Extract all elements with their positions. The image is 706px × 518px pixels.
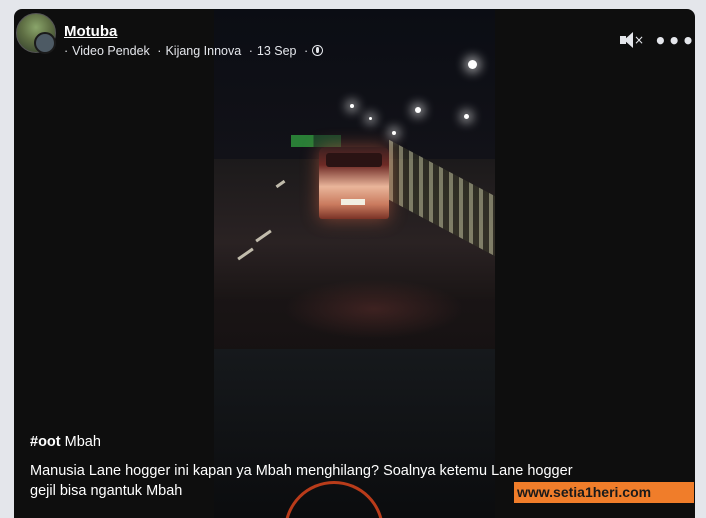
hashtag-link[interactable]: #oot bbox=[30, 434, 61, 450]
muted-speaker-icon[interactable]: × bbox=[619, 31, 645, 49]
video-vehicle bbox=[319, 147, 389, 219]
video-street-light bbox=[464, 114, 469, 119]
video-player[interactable] bbox=[214, 9, 495, 518]
meta-separator: · bbox=[248, 44, 253, 58]
post-header: Motuba · Video Pendek · Kijang Innova · 13 … bbox=[16, 11, 697, 59]
post-meta: · Video Pendek · Kijang Innova · 13 Sep · bbox=[64, 44, 327, 58]
meta-separator: · bbox=[157, 44, 162, 58]
video-street-light bbox=[415, 107, 421, 113]
post-card bbox=[14, 9, 695, 518]
speaker-cone bbox=[624, 32, 633, 48]
avatar-badge bbox=[34, 32, 56, 54]
meta-category-link[interactable]: Video Pendek bbox=[72, 44, 150, 58]
site-watermark: www.setia1heri.com bbox=[514, 482, 694, 503]
video-windshield-glare bbox=[284, 279, 464, 339]
video-street-light bbox=[392, 131, 396, 135]
author-name-link[interactable]: Motuba bbox=[64, 23, 117, 40]
video-street-light bbox=[369, 117, 372, 120]
mute-x-icon: × bbox=[634, 33, 645, 47]
meta-topic-link[interactable]: Kijang Innova bbox=[165, 44, 241, 58]
vehicle-license-plate bbox=[341, 199, 365, 205]
meta-separator: · bbox=[303, 44, 309, 58]
author-avatar[interactable] bbox=[16, 13, 56, 54]
hashtag-suffix: Mbah bbox=[64, 434, 101, 450]
meta-separator: · bbox=[64, 44, 69, 58]
vehicle-rear-window bbox=[326, 153, 382, 167]
video-road-sign bbox=[291, 135, 341, 147]
meta-date-link[interactable]: 13 Sep bbox=[257, 44, 297, 58]
video-street-light bbox=[468, 60, 477, 69]
globe-icon bbox=[312, 45, 324, 56]
more-options-icon[interactable]: ••• bbox=[654, 29, 695, 53]
video-street-light bbox=[350, 104, 354, 108]
post-hashtag-line: #oot Mbah bbox=[30, 434, 101, 450]
